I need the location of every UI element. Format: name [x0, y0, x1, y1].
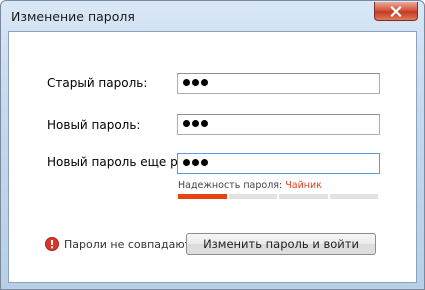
- new-password-field[interactable]: [177, 114, 380, 135]
- new-password-label: Новый пароль:: [47, 118, 141, 132]
- password-dot: [192, 120, 199, 127]
- password-dot: [183, 159, 190, 166]
- old-password-field[interactable]: [177, 73, 380, 94]
- window-title: Изменение пароля: [11, 9, 135, 24]
- password-dot: [192, 159, 199, 166]
- password-dot: [201, 79, 208, 86]
- password-strength-text: Надежность пароля: Чайник: [178, 180, 322, 191]
- change-password-submit-button[interactable]: Изменить пароль и войти: [186, 233, 376, 255]
- password-strength-label: Надежность пароля:: [178, 180, 283, 191]
- password-strength-bar: [178, 194, 378, 199]
- repeat-password-label: Новый пароль еще раз:: [47, 155, 196, 169]
- title-bar[interactable]: Изменение пароля: [1, 1, 424, 31]
- repeat-password-field[interactable]: [177, 153, 380, 174]
- strength-segment: [178, 194, 227, 199]
- password-dot: [183, 79, 190, 86]
- new-password-mask: [183, 120, 208, 127]
- password-dot: [201, 120, 208, 127]
- strength-segment: [228, 194, 277, 199]
- password-dot: [183, 120, 190, 127]
- close-icon: [390, 5, 402, 17]
- error-message: Пароли не совпадают: [45, 237, 191, 251]
- old-password-mask: [183, 79, 208, 86]
- password-dot: [201, 159, 208, 166]
- error-icon: [45, 237, 59, 251]
- error-text: Пароли не совпадают: [64, 237, 192, 251]
- password-strength-value: Чайник: [285, 180, 322, 191]
- close-button[interactable]: [374, 2, 418, 21]
- password-dot: [192, 79, 199, 86]
- dialog-content: Старый пароль: Новый пароль: Новый парол…: [8, 31, 417, 283]
- strength-segment: [279, 194, 328, 199]
- old-password-label: Старый пароль:: [47, 76, 148, 90]
- dialog-window: Изменение пароля Старый пароль: Новый па…: [0, 0, 425, 290]
- strength-segment: [329, 194, 378, 199]
- repeat-password-mask: [183, 159, 208, 166]
